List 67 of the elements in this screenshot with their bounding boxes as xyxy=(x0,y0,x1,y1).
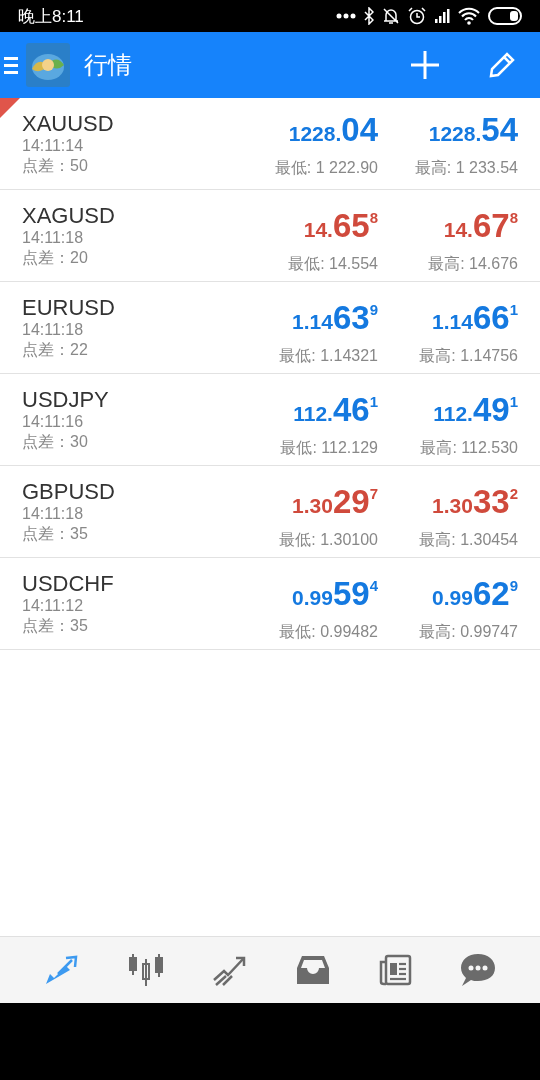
quote-row[interactable]: XAUUSD 14:11:14 点差：50 1228.04 最低: 1 222.90 1228.54 最高: 1 233.54 xyxy=(0,98,540,190)
spread-text: 点差：20 xyxy=(22,248,89,268)
quote-row[interactable]: XAGUSD 14:11:18 点差：20 14.65$^{8}$ 最低: 14.554 14.67$^{8}$ 最高: 14.676 xyxy=(0,190,540,282)
high-price: 最高: 1.14756 xyxy=(419,346,518,366)
bid-price: 112.46$^{1}$ xyxy=(293,390,378,430)
menu-icon xyxy=(4,55,18,75)
quote-row[interactable]: GBPUSD 14:11:18 点差：35 1.3029$^{7}$ 最低: 1.30100 1.3033$^{2}$ 最高: 1.30454 xyxy=(0,466,540,558)
quote-row[interactable]: USDCHF 14:11:12 点差：35 0.9959$^{4}$ 最低: 0.99482 0.9962$^{9}$ 最高: 0.99747 xyxy=(0,558,540,650)
quote-row[interactable]: EURUSD 14:11:18 点差：22 1.1463$^{9}$ 最低: 1.14321 1.1466$^{1}$ 最高: 1.14756 xyxy=(0,282,540,374)
high-price: 最高: 1.30454 xyxy=(419,530,518,550)
low-price: 最低: 1 222.90 xyxy=(274,158,378,178)
ask-price: 112.49$^{1}$ xyxy=(433,390,518,430)
quote-time: 14:11:18 xyxy=(22,504,85,524)
ask-price: 1.1466$^{1}$ xyxy=(432,298,518,338)
app-logo-icon xyxy=(26,43,70,87)
chat-bubble-icon xyxy=(460,953,496,987)
symbol-name: XAUUSD xyxy=(22,111,115,136)
ask-price: 1.3033$^{2}$ xyxy=(432,482,518,522)
quote-time: 14:11:18 xyxy=(22,228,85,248)
pencil-icon xyxy=(488,51,516,79)
bid-price: 1.1463$^{9}$ xyxy=(292,298,378,338)
inbox-icon xyxy=(296,954,330,986)
spread-text: 点差：30 xyxy=(22,432,89,452)
low-price: 最低: 112.129 xyxy=(280,438,378,458)
plus-icon xyxy=(410,50,440,80)
more-dots-icon xyxy=(336,13,356,19)
screen-title: 行情 xyxy=(84,50,133,80)
spread-text: 点差：22 xyxy=(22,340,89,360)
battery-icon xyxy=(488,7,522,25)
spread-text: 点差：35 xyxy=(22,616,89,636)
high-price: 最高: 0.99747 xyxy=(419,622,518,642)
low-price: 最低: 1.14321 xyxy=(279,346,378,366)
low-price: 最低: 0.99482 xyxy=(279,622,378,642)
ask-price: 14.67$^{8}$ xyxy=(443,206,518,246)
quote-time: 14:11:18 xyxy=(22,320,85,340)
ask-price: 0.9962$^{9}$ xyxy=(432,574,518,614)
ask-price: 1228.54 xyxy=(428,110,518,150)
double-arrow-icon xyxy=(44,954,80,986)
signal-icon xyxy=(434,8,450,24)
candlestick-icon xyxy=(128,953,164,987)
quote-time: 14:11:16 xyxy=(22,412,85,432)
newspaper-icon xyxy=(378,954,412,986)
bluetooth-icon xyxy=(364,7,374,25)
alarm-clock-icon xyxy=(408,7,426,25)
symbol-name: USDJPY xyxy=(22,387,110,412)
symbol-name: USDCHF xyxy=(22,571,115,596)
muted-bell-icon xyxy=(382,7,400,25)
quote-time: 14:11:14 xyxy=(22,136,85,156)
symbol-name: GBPUSD xyxy=(22,479,116,504)
wifi-icon xyxy=(458,7,480,25)
symbol-name: XAGUSD xyxy=(22,203,116,228)
symbol-name: EURUSD xyxy=(22,295,116,320)
low-price: 最低: 1.30100 xyxy=(279,530,378,550)
bid-price: 1228.04 xyxy=(288,110,378,150)
bid-price: 14.65$^{8}$ xyxy=(303,206,378,246)
quote-time: 14:11:12 xyxy=(22,596,85,616)
high-price: 最高: 1 233.54 xyxy=(414,158,518,178)
spread-text: 点差：50 xyxy=(22,156,89,176)
high-price: 最高: 14.676 xyxy=(428,254,518,274)
status-time: 晚上8:11 xyxy=(18,5,84,28)
spread-text: 点差：35 xyxy=(22,524,89,544)
trend-arrow-icon xyxy=(212,954,248,986)
bid-price: 0.9959$^{4}$ xyxy=(292,574,378,614)
high-price: 最高: 112.530 xyxy=(420,438,518,458)
low-price: 最低: 14.554 xyxy=(288,254,378,274)
bid-price: 1.3029$^{7}$ xyxy=(292,482,378,522)
quote-row[interactable]: USDJPY 14:11:16 点差：30 112.46$^{1}$ 最低: 112.129 112.49$^{1}$ 最高: 112.530 xyxy=(0,374,540,466)
